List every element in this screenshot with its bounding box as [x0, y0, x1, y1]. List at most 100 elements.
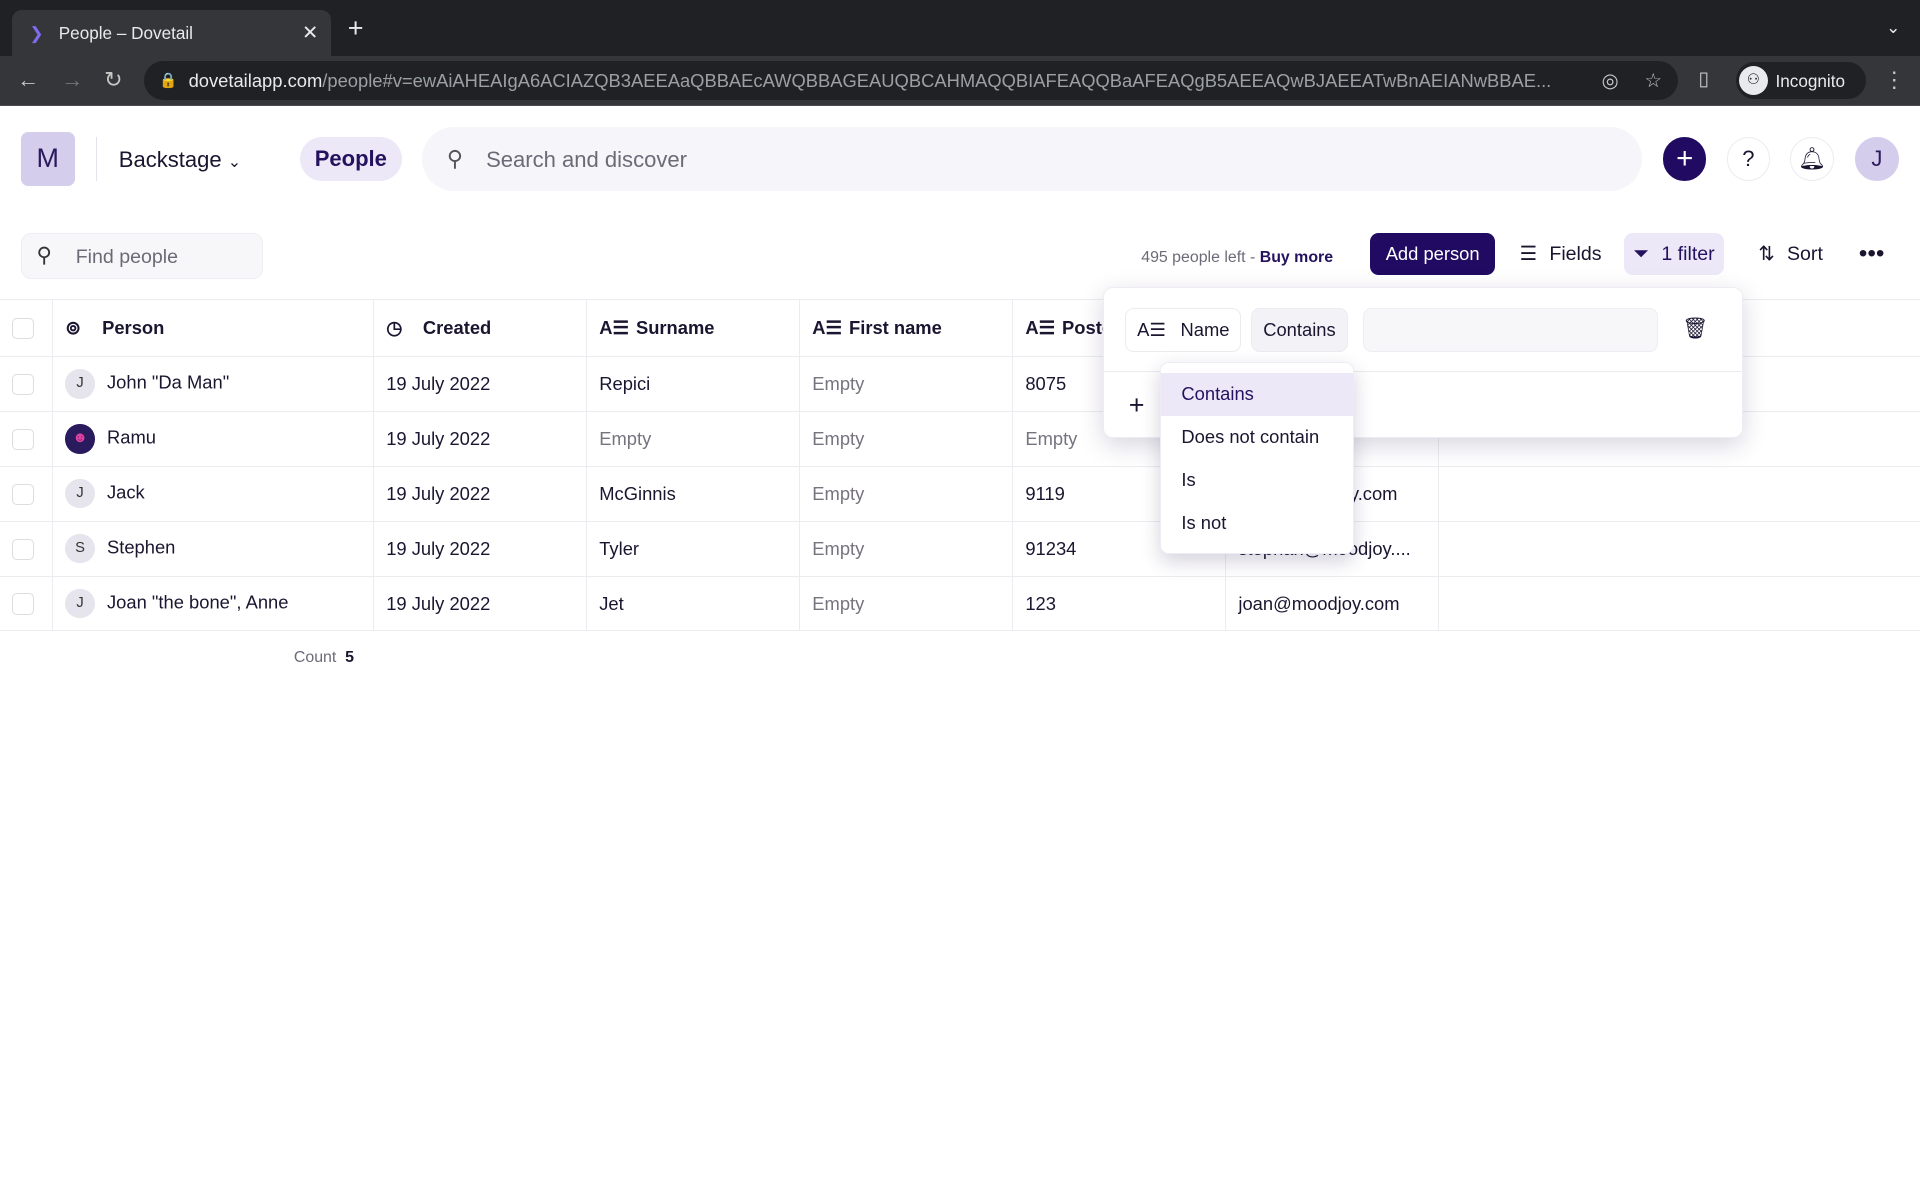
filter-operator-select[interactable]: Contains: [1251, 308, 1348, 352]
new-tab-icon[interactable]: +: [348, 14, 364, 42]
profile-label: Incognito: [1775, 70, 1845, 91]
browser-toolbar: ← → ↻ 🔒 dovetailapp.com/people#v=ewAiAHE…: [0, 56, 1920, 107]
avatar: S: [65, 533, 95, 564]
column-header-person[interactable]: ⊚ Person: [52, 298, 374, 358]
cell-email[interactable]: joan@moodjoy.com: [1225, 576, 1440, 632]
tab-search-chevron-icon[interactable]: ⌄: [1886, 17, 1900, 38]
text-field-icon: A☰: [599, 316, 629, 338]
star-icon[interactable]: ☆: [1644, 69, 1662, 93]
close-tab-icon[interactable]: ✕: [302, 21, 318, 45]
cell-surname[interactable]: McGinnis: [586, 466, 801, 522]
cell-postcode[interactable]: 123: [1012, 576, 1227, 632]
avatar: J: [65, 369, 95, 399]
filter-value-input[interactable]: [1362, 308, 1659, 352]
lock-icon: 🔒: [159, 72, 178, 89]
project-switcher[interactable]: Backstage ⌄: [119, 147, 241, 173]
row-checkbox[interactable]: [0, 521, 54, 577]
option-contains[interactable]: Contains: [1160, 373, 1353, 417]
create-plus-icon[interactable]: +: [1662, 137, 1707, 181]
cell-created[interactable]: 19 July 2022: [373, 576, 587, 632]
list-icon: ☰: [1519, 242, 1538, 265]
trash-icon[interactable]: 🗑︎: [1682, 317, 1708, 341]
sort-button[interactable]: ⇅ Sort: [1749, 233, 1833, 276]
find-people-input[interactable]: ⚲ Find people: [20, 232, 263, 279]
cell-first-name[interactable]: Empty: [799, 576, 1014, 632]
cell-person[interactable]: ☻ Ramu: [52, 411, 374, 467]
cell-first-name[interactable]: Empty: [799, 411, 1014, 467]
row-checkbox[interactable]: [0, 576, 54, 632]
table-row[interactable]: J Joan "the bone", Anne 19 July 2022 Jet …: [0, 576, 1920, 632]
text-field-icon: A☰: [1025, 316, 1056, 338]
column-header-created[interactable]: ◷ Created: [373, 298, 587, 358]
person-name: Jack: [106, 481, 145, 503]
user-avatar[interactable]: J: [1855, 137, 1899, 181]
project-name: Backstage: [118, 146, 222, 172]
add-person-button[interactable]: Add person: [1370, 232, 1496, 276]
url-domain: dovetailapp.com: [188, 69, 323, 91]
cell-person[interactable]: J Joan "the bone", Anne: [52, 576, 374, 632]
filter-button[interactable]: ⏷ 1 filter: [1623, 232, 1725, 276]
text-field-icon: A☰: [1137, 319, 1166, 341]
table-row[interactable]: S Stephen 19 July 2022 Tyler Empty 91234 …: [0, 521, 1920, 577]
filter-field-select[interactable]: A☰ Name: [1125, 308, 1242, 352]
nav-people[interactable]: People: [300, 137, 402, 182]
clock-icon: ◷: [386, 316, 403, 338]
browser-tab[interactable]: ❯ People – Dovetail ✕: [12, 9, 331, 57]
cell-created[interactable]: 19 July 2022: [373, 356, 587, 412]
row-count: Count 5: [294, 649, 354, 667]
row-checkbox[interactable]: [0, 466, 54, 522]
avatar-illustration: ☻: [65, 424, 95, 454]
column-header-first-name[interactable]: A☰ First name: [799, 298, 1014, 358]
cell-first-name[interactable]: Empty: [799, 356, 1014, 412]
fields-button[interactable]: ☰ Fields: [1510, 233, 1612, 276]
count-value: 5: [345, 648, 355, 666]
sort-label: Sort: [1786, 242, 1823, 265]
select-all-checkbox[interactable]: [0, 298, 54, 358]
column-label: First name: [849, 316, 942, 338]
row-checkbox[interactable]: [0, 411, 54, 467]
eye-off-icon[interactable]: ◎: [1602, 69, 1619, 93]
add-filter-plus-icon[interactable]: +: [1129, 390, 1145, 421]
sort-az-icon: ⇅: [1758, 242, 1775, 265]
cell-person[interactable]: S Stephen: [52, 521, 374, 577]
option-is[interactable]: Is: [1161, 459, 1353, 502]
cell-filler: [1438, 576, 1920, 632]
app-header: M Backstage ⌄ People ⚲ Search and discov…: [0, 105, 1920, 213]
option-does-not-contain[interactable]: Does not contain: [1161, 416, 1353, 459]
cell-created[interactable]: 19 July 2022: [373, 521, 587, 577]
cell-surname[interactable]: Empty: [586, 411, 801, 467]
person-name: Stephen: [106, 536, 176, 558]
back-icon[interactable]: ←: [17, 67, 39, 93]
column-label: Person: [102, 316, 165, 338]
cell-person[interactable]: J John "Da Man": [52, 356, 374, 412]
workspace-logo[interactable]: M: [20, 132, 75, 187]
cell-surname[interactable]: Jet: [586, 576, 801, 632]
column-header-surname[interactable]: A☰ Surname: [586, 298, 801, 358]
address-bar[interactable]: 🔒 dovetailapp.com/people#v=ewAiAHEAIgA6A…: [144, 61, 1678, 101]
search-icon: ⚲: [446, 145, 464, 171]
operator-dropdown: Contains Does not contain Is Is not: [1159, 362, 1354, 555]
table-row[interactable]: JJack 19 July 2022 McGinnis Empty 9119 j…: [0, 466, 1920, 522]
more-options-icon[interactable]: •••: [1849, 233, 1894, 276]
incognito-icon: ⚇: [1738, 66, 1769, 96]
side-panel-icon[interactable]: ▯: [1698, 67, 1709, 91]
bell-icon[interactable]: 🔔︎: [1790, 137, 1834, 181]
url-path: /people#v=ewAiAHEAIgA6ACIAZQB3AEEAaQBBAE…: [322, 69, 1552, 91]
chevron-down-icon: ⌄: [227, 153, 242, 171]
cell-created[interactable]: 19 July 2022: [373, 466, 587, 522]
cell-surname[interactable]: Repici: [586, 356, 801, 412]
cell-surname[interactable]: Tyler: [586, 521, 801, 577]
incognito-badge[interactable]: ⚇ Incognito: [1736, 62, 1867, 100]
reload-icon[interactable]: ↻: [104, 67, 122, 93]
cell-first-name[interactable]: Empty: [799, 466, 1014, 522]
forward-icon[interactable]: →: [61, 67, 83, 93]
global-search[interactable]: ⚲ Search and discover: [422, 127, 1643, 191]
row-checkbox[interactable]: [0, 356, 54, 412]
menu-kebab-icon[interactable]: ⋮: [1883, 67, 1905, 93]
cell-person[interactable]: J Jack: [52, 466, 374, 522]
buy-more-link[interactable]: Buy more: [1260, 249, 1333, 266]
option-is-not[interactable]: Is not: [1161, 502, 1353, 545]
cell-created[interactable]: 19 July 2022: [373, 411, 587, 467]
help-icon[interactable]: ?: [1726, 137, 1771, 181]
cell-first-name[interactable]: Empty: [799, 521, 1014, 577]
